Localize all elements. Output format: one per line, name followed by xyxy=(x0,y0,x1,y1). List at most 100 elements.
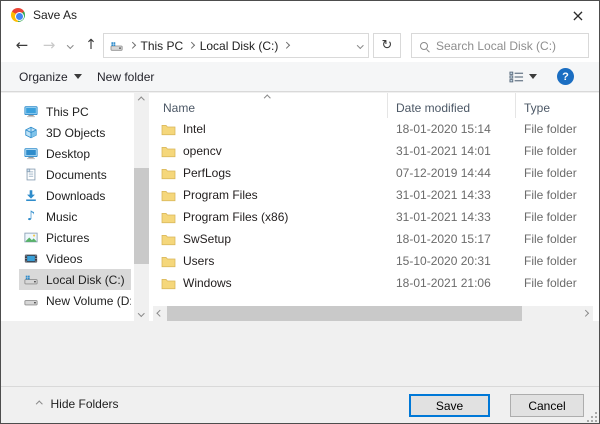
save-button[interactable]: Save xyxy=(409,394,490,417)
table-row[interactable]: Program Files (x86) 31-01-2021 14:33 Fil… xyxy=(153,206,593,228)
column-header-date-modified[interactable]: Date modified xyxy=(388,93,516,118)
close-icon[interactable]: × xyxy=(557,1,599,29)
breadcrumb-local-disk-c[interactable]: Local Disk (C:) xyxy=(200,39,279,53)
file-list: Name Date modified Type Intel 18-01-2020… xyxy=(153,93,593,321)
folder-icon xyxy=(161,278,176,289)
new-folder-label: New folder xyxy=(97,69,155,84)
view-dropdown-icon xyxy=(529,74,537,79)
file-type: File folder xyxy=(524,232,577,246)
drive-icon xyxy=(24,275,38,285)
title-bar: Save As × xyxy=(1,1,599,29)
column-header-type[interactable]: Type xyxy=(516,93,593,118)
sidebar-item-documents[interactable]: Documents xyxy=(19,164,131,185)
desktop-icon xyxy=(24,148,38,160)
file-date: 31-01-2021 14:33 xyxy=(396,210,491,224)
window-title: Save As xyxy=(33,8,78,22)
music-note-icon: ♪ xyxy=(26,209,36,224)
resize-grip[interactable] xyxy=(587,412,597,422)
scrollbar-thumb[interactable] xyxy=(134,168,149,264)
file-type: File folder xyxy=(524,144,577,158)
sidebar-item-videos[interactable]: Videos xyxy=(19,248,131,269)
document-icon xyxy=(26,168,36,181)
table-row[interactable]: Windows 18-01-2021 21:06 File folder xyxy=(153,272,593,294)
file-date: 15-10-2020 20:31 xyxy=(396,254,491,268)
sidebar-item-desktop[interactable]: Desktop xyxy=(19,143,131,164)
sidebar-label: 3D Objects xyxy=(46,125,106,140)
hide-folders-button[interactable]: Hide Folders xyxy=(36,397,119,411)
scroll-down-icon[interactable] xyxy=(134,306,149,321)
table-row[interactable]: PerfLogs 07-12-2019 14:44 File folder xyxy=(153,162,593,184)
sidebar-item-new-volume-d[interactable]: New Volume (D: xyxy=(19,290,131,311)
folder-icon xyxy=(161,256,176,267)
sidebar-label: This PC xyxy=(46,104,89,119)
folder-icon xyxy=(161,234,176,245)
search-input[interactable]: Search Local Disk (C:) xyxy=(411,33,589,58)
new-folder-button[interactable]: New folder xyxy=(97,62,154,91)
file-name: Program Files xyxy=(183,188,258,202)
search-placeholder: Search Local Disk (C:) xyxy=(436,38,557,53)
back-icon[interactable]: ← xyxy=(9,33,35,57)
sidebar-label: Documents xyxy=(46,167,107,182)
breadcrumb-separator-icon xyxy=(129,42,136,49)
breadcrumb-this-pc[interactable]: This PC xyxy=(141,39,184,53)
file-name: Intel xyxy=(183,122,206,136)
folder-icon xyxy=(161,124,176,135)
recent-locations-chevron-icon[interactable] xyxy=(62,33,78,57)
form-area: File name: cmake-3.19.4-win64-x64 Save a… xyxy=(1,321,599,386)
breadcrumb-separator-icon xyxy=(283,42,290,49)
table-row[interactable]: opencv 31-01-2021 14:01 File folder xyxy=(153,140,593,162)
drive-icon xyxy=(24,300,38,306)
chrome-app-icon xyxy=(11,8,25,22)
this-pc-icon xyxy=(24,106,38,118)
scrollbar-thumb[interactable] xyxy=(167,306,522,321)
search-icon xyxy=(420,41,428,50)
save-as-dialog: Save As × ← → ↑ This PC Local Disk (C:) xyxy=(0,0,600,424)
table-row[interactable]: Program Files 31-01-2021 14:33 File fold… xyxy=(153,184,593,206)
file-type: File folder xyxy=(524,254,577,268)
file-name: Windows xyxy=(183,276,232,290)
sidebar-item-music[interactable]: ♪ Music xyxy=(19,206,131,227)
file-date: 07-12-2019 14:44 xyxy=(396,166,491,180)
sidebar-item-3d-objects[interactable]: 3D Objects xyxy=(19,122,131,143)
refresh-icon[interactable]: ↻ xyxy=(373,33,401,58)
help-button[interactable]: ? xyxy=(557,62,574,91)
file-type: File folder xyxy=(524,188,577,202)
column-header-name[interactable]: Name xyxy=(153,93,388,118)
sidebar-item-this-pc[interactable]: This PC xyxy=(19,101,131,122)
forward-icon[interactable]: → xyxy=(37,33,61,57)
footer-bar: Hide Folders Save Cancel xyxy=(1,386,599,423)
sidebar-item-local-disk-c[interactable]: Local Disk (C:) xyxy=(19,269,131,290)
file-name: Program Files (x86) xyxy=(183,210,289,224)
scroll-up-icon[interactable] xyxy=(134,93,149,108)
download-arrow-icon xyxy=(26,190,36,202)
scroll-left-icon[interactable] xyxy=(153,306,168,321)
change-view-button[interactable] xyxy=(509,62,537,91)
file-date: 31-01-2021 14:01 xyxy=(396,144,491,158)
table-row[interactable]: Intel 18-01-2020 15:14 File folder xyxy=(153,118,593,140)
organize-dropdown-icon xyxy=(73,74,82,79)
sidebar-scrollbar[interactable] xyxy=(134,93,149,321)
hide-folders-label: Hide Folders xyxy=(50,397,119,411)
folder-icon xyxy=(161,190,176,201)
file-list-horizontal-scrollbar[interactable] xyxy=(153,306,593,321)
organize-button[interactable]: Organize xyxy=(19,62,82,91)
up-icon[interactable]: ↑ xyxy=(79,33,103,57)
sidebar-item-pictures[interactable]: Pictures xyxy=(19,227,131,248)
address-bar[interactable]: This PC Local Disk (C:) xyxy=(103,33,369,58)
cube-icon xyxy=(25,126,37,139)
table-row[interactable]: Users 15-10-2020 20:31 File folder xyxy=(153,250,593,272)
scroll-right-icon[interactable] xyxy=(578,306,593,321)
sidebar-label: Music xyxy=(46,209,78,224)
sidebar-label: Local Disk (C:) xyxy=(46,272,125,287)
content-area: This PC 3D Objects Desktop Documents Dow… xyxy=(1,93,599,321)
folder-icon xyxy=(161,146,176,157)
table-row[interactable]: SwSetup 18-01-2020 15:17 File folder xyxy=(153,228,593,250)
sidebar-item-downloads[interactable]: Downloads xyxy=(19,185,131,206)
address-dropdown-chevron-icon[interactable] xyxy=(356,42,363,49)
cancel-button[interactable]: Cancel xyxy=(510,394,584,417)
folder-icon xyxy=(161,168,176,179)
navigation-bar: ← → ↑ This PC Local Disk (C:) ↻ Search L… xyxy=(1,29,599,62)
file-date: 18-01-2020 15:14 xyxy=(396,122,491,136)
breadcrumb-separator-icon xyxy=(188,42,195,49)
command-toolbar: Organize New folder ? xyxy=(1,62,599,92)
